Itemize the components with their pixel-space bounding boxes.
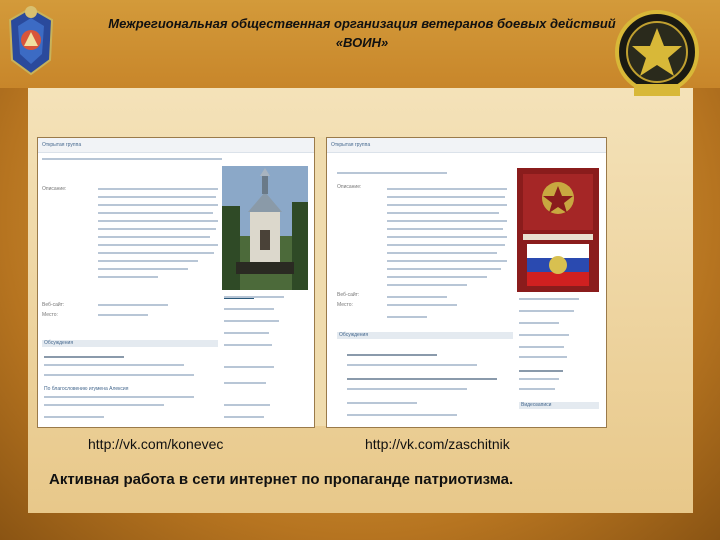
vk-side-link[interactable] (519, 378, 559, 380)
vk-topic-line (347, 388, 467, 390)
vk-side-link[interactable] (224, 366, 274, 368)
vk-side-link[interactable] (224, 404, 270, 406)
vk-side-link[interactable] (519, 310, 574, 312)
vk-text-line (387, 204, 507, 206)
vk-side-link[interactable] (519, 356, 567, 358)
vk-side-link[interactable] (519, 346, 564, 348)
vk-text-line (98, 260, 198, 262)
vk-topic-line (44, 364, 184, 366)
vk-text-line (387, 268, 501, 270)
vk-side-link[interactable] (519, 370, 563, 372)
vk-header: Открытая группа (327, 138, 606, 153)
vk-side-link[interactable] (224, 382, 266, 384)
vk-topic-line (44, 416, 104, 418)
vk-text-line (387, 212, 499, 214)
vk-topic-line (347, 364, 477, 366)
vk-text-line (98, 188, 218, 190)
vk-text-line (387, 188, 507, 190)
vk-topic-line[interactable] (347, 402, 417, 404)
soldier-emblem-icon (8, 6, 54, 76)
vk-text-line (387, 316, 427, 318)
vk-side-link[interactable] (519, 298, 579, 300)
vk-group-name (42, 158, 222, 160)
vk-topic-line[interactable] (44, 356, 124, 358)
vk-topic-line (44, 374, 194, 376)
vk-link-line[interactable] (387, 296, 447, 298)
vk-label-website: Веб-сайт: (42, 302, 65, 308)
vk-label-discussions[interactable]: Обсуждения (44, 340, 73, 346)
vk-side-link[interactable] (224, 332, 269, 334)
vk-label-place: Место: (42, 312, 58, 318)
vk-text-line (387, 196, 505, 198)
vk-text-line (98, 228, 216, 230)
vk-text-line (98, 314, 148, 316)
vk-side-link[interactable] (519, 388, 555, 390)
vk-side-link[interactable] (224, 320, 279, 322)
title-line-2: «ВОИН» (335, 35, 389, 50)
vk-text-line (387, 304, 457, 306)
vk-label-videos[interactable]: Видеозаписи (521, 402, 551, 408)
vk-group-name (337, 172, 447, 174)
vk-text-line (387, 276, 487, 278)
vk-text-line (98, 276, 158, 278)
church-photo (222, 166, 308, 290)
vk-label-blessing[interactable]: По благословению игумена Алексия (44, 386, 128, 392)
url-zaschitnik[interactable]: http://vk.com/zaschitnik (365, 436, 510, 452)
vk-text-line (387, 228, 503, 230)
vk-side-link[interactable] (224, 296, 284, 298)
vk-topic-line (44, 396, 194, 398)
vk-topic-line (44, 404, 164, 406)
vk-side-link[interactable] (224, 416, 264, 418)
vk-text-line (387, 244, 505, 246)
vk-side-link[interactable] (519, 322, 559, 324)
vk-topic-line[interactable] (347, 414, 457, 416)
vk-text-line (387, 236, 507, 238)
vk-text-line (387, 260, 507, 262)
vk-side-link[interactable] (224, 308, 274, 310)
group-poster-image (517, 168, 599, 292)
vk-topic-line[interactable] (347, 378, 497, 380)
slide-caption: Активная работа в сети интернет по пропа… (49, 471, 514, 488)
vk-label-description: Описание: (42, 186, 67, 192)
vk-header: Открытая группа (38, 138, 314, 153)
vk-text-line (98, 244, 218, 246)
vk-link-line[interactable] (98, 304, 168, 306)
vk-text-line (98, 268, 188, 270)
title-line-1: Межрегиональная общественная организация… (108, 16, 616, 31)
vk-label-discussions[interactable]: Обсуждения (339, 332, 368, 338)
vk-text-line (98, 252, 214, 254)
vk-side-link[interactable] (224, 344, 272, 346)
vk-side-link[interactable] (519, 334, 569, 336)
vk-text-line (98, 204, 218, 206)
vk-text-line (387, 220, 507, 222)
vk-text-line (98, 196, 216, 198)
vk-label-place: Место: (337, 302, 353, 308)
vk-screenshot-zaschitnik: Открытая группа Описание: Веб-сайт: Мест… (326, 137, 607, 428)
vk-text-line (98, 236, 210, 238)
vk-text-line (387, 252, 497, 254)
vk-text-line (98, 212, 213, 214)
url-konevec[interactable]: http://vk.com/konevec (88, 436, 223, 452)
vk-label-website: Веб-сайт: (337, 292, 360, 298)
vk-text-line (98, 220, 218, 222)
vk-text-line (387, 284, 467, 286)
vk-screenshot-konevec: Открытая группа Описание: Веб-сайт: Мест… (37, 137, 315, 428)
vk-label-description: Описание: (337, 184, 362, 190)
vk-topic-line[interactable] (347, 354, 437, 356)
slide-title: Межрегиональная общественная организация… (62, 14, 662, 52)
